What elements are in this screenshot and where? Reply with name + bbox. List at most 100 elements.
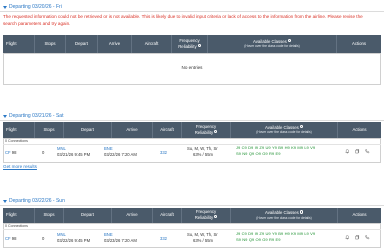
date-header-0322[interactable]: Departing 03/22/26 - Sun [3,197,65,205]
class-code[interactable]: H9 [285,231,290,236]
freq-label: Frequency [195,209,217,215]
class-code[interactable]: Q9 [249,151,254,156]
date-header-label: Departing 03/22/26 - Sun [9,198,65,204]
class-code[interactable]: L9 [304,231,308,236]
class-code[interactable]: V9 [310,231,315,236]
class-code[interactable]: I9 [255,145,258,150]
bell-icon[interactable] [345,149,350,154]
no-entries-text: No entries [181,65,203,70]
depart-airport-link[interactable]: MNL [57,232,66,237]
class-code[interactable]: Z9 [259,145,264,150]
class-code[interactable]: Y9 [272,145,277,150]
date-header-0320[interactable]: Departing 03/20/26 - Fri [3,3,62,11]
class-code[interactable]: G9 [262,237,267,242]
class-code[interactable]: H9 [285,145,290,150]
col-available-classes: Available Classes (Hover over the class … [231,122,337,138]
avail-label: Available Classes [252,38,287,44]
class-code[interactable]: R9 [269,151,274,156]
avail-sublabel: (Hover over the class code for details) [256,215,312,220]
class-code[interactable]: E9 [276,151,281,156]
class-code[interactable]: S9 [236,151,241,156]
col-actions: Actions [352,212,367,218]
info-icon[interactable] [299,210,304,214]
class-code[interactable]: Y9 [272,231,277,236]
class-code[interactable]: M9 [297,231,303,236]
class-code[interactable]: S9 [236,237,241,242]
connections-label: 0 Connections [5,224,28,228]
class-code[interactable]: O9 [256,151,261,156]
flight-number[interactable]: CF 98 [5,150,16,155]
info-icon[interactable] [299,124,304,128]
class-code[interactable]: D9 [248,231,253,236]
info-icon[interactable] [214,129,218,133]
depart-time: 03/21/26 9:45 PM [57,152,91,157]
class-code[interactable]: I9 [255,231,258,236]
class-code[interactable]: Q9 [249,237,254,242]
class-code[interactable]: L9 [304,145,308,150]
class-code[interactable]: D9 [248,145,253,150]
table-header: Flight Stops Depart Arrive Aircraft Freq… [3,122,381,138]
avail-label: Available Classes [264,124,299,130]
info-icon[interactable] [287,38,292,42]
copy-icon[interactable] [355,149,360,154]
bell-icon[interactable] [345,235,350,240]
class-code[interactable]: Z9 [259,231,264,236]
class-code[interactable]: N9 [242,151,247,156]
col-flight: Flight [6,126,17,132]
class-code[interactable]: V9 [310,145,315,150]
class-code[interactable]: J9 [236,145,240,150]
frequency-days: Su, M, W, Th, Sr [187,146,218,151]
aircraft-link[interactable]: 332 [160,150,167,155]
row-divider [3,144,381,145]
col-aircraft: Aircraft [144,40,159,46]
col-depart: Depart [75,40,88,46]
flight-number[interactable]: CF 98 [5,236,16,241]
get-more-results-link[interactable]: Get more results [3,164,37,169]
table-header: Flight Stops Depart Arrive Aircraft Freq… [3,208,381,223]
class-code[interactable]: U9 [265,231,270,236]
class-code[interactable]: O9 [256,237,261,242]
col-frequency: Frequency Reliability [182,122,230,138]
class-code[interactable]: C9 [242,231,247,236]
arrive-airport-link[interactable]: BNE [104,232,113,237]
depart-airport-link[interactable]: MNL [57,146,66,151]
info-icon[interactable] [214,215,218,219]
class-code[interactable]: C9 [242,145,247,150]
reliability-value: 63% / 55m [193,152,214,157]
phone-icon[interactable] [365,235,370,240]
avail-sublabel: (Hover over the class code for details) [244,44,300,49]
class-code[interactable]: K9 [291,231,296,236]
error-message: The requested information could not be r… [3,14,363,26]
copy-icon[interactable] [355,235,360,240]
aircraft-link[interactable]: 332 [160,236,167,241]
class-code[interactable]: G9 [262,151,267,156]
arrive-airport-link[interactable]: BNE [104,146,113,151]
freq-label: Frequency [179,37,200,43]
class-code[interactable]: K9 [291,145,296,150]
class-code[interactable]: B9 [278,231,283,236]
col-arrive: Arrive [108,40,121,46]
collapse-triangle-icon[interactable] [3,5,7,9]
info-icon[interactable] [197,43,201,47]
col-available-classes: Available Classes (Hover over the class … [208,35,336,53]
class-code[interactable]: E9 [276,237,281,242]
col-stops: Stops [43,212,55,218]
collapse-triangle-icon[interactable] [3,199,7,203]
date-header-0321[interactable]: Departing 03/21/26 - Sat [3,112,63,120]
available-classes-line2: S9N9Q9O9G9R9E9 [236,151,282,157]
class-code[interactable]: R9 [269,237,274,242]
collapse-triangle-icon[interactable] [3,114,7,118]
class-code[interactable]: U9 [265,145,270,150]
arrive-time: 03/23/26 7:20 AM [104,238,137,243]
col-arrive: Arrive [126,212,138,218]
airline-code-link[interactable]: CF [5,150,11,155]
class-code[interactable]: B9 [278,145,283,150]
connections-label: 0 Connections [5,139,28,143]
class-code[interactable]: J9 [236,231,240,236]
airline-code-link[interactable]: CF [5,236,11,241]
phone-icon[interactable] [365,149,370,154]
reliability-label: Reliability [194,129,214,135]
col-flight: Flight [6,212,17,218]
class-code[interactable]: M9 [297,145,303,150]
class-code[interactable]: N9 [242,237,247,242]
